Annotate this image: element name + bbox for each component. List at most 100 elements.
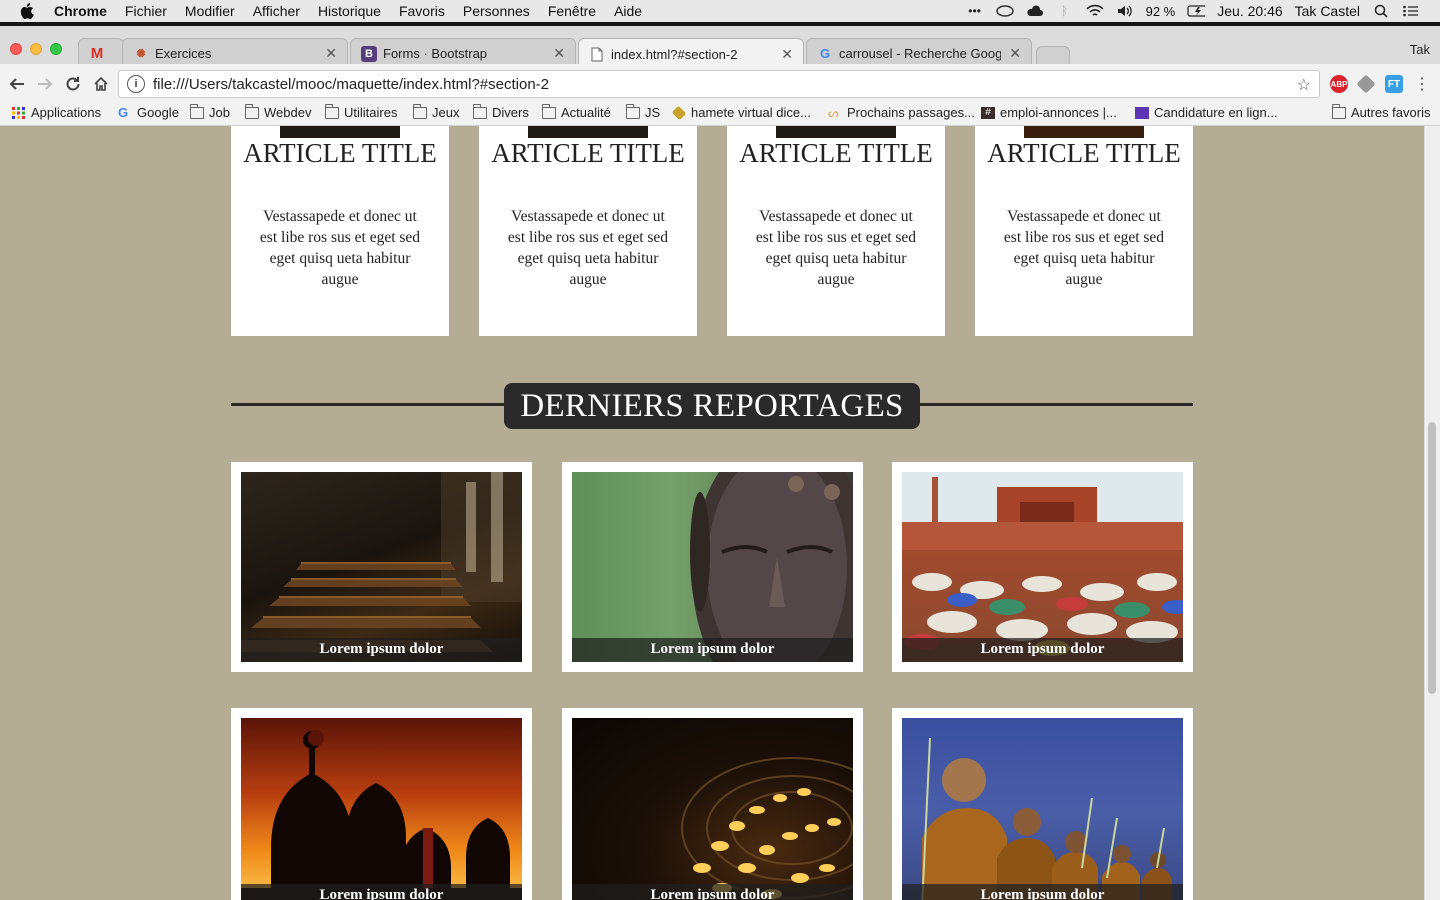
chrome-menu-icon[interactable]: ⋮ [1411,73,1433,95]
close-tab-icon[interactable]: ✕ [1009,45,1021,62]
bookmark-label: Candidature en lign... [1154,105,1278,120]
apple-icon[interactable] [16,0,38,22]
scrollbar-thumb[interactable] [1428,422,1436,694]
creative-cloud-icon[interactable] [995,3,1014,19]
transit-icon: ᔕ [828,105,839,120]
google-icon: G [118,104,129,120]
menu-personnes[interactable]: Personnes [463,3,530,19]
bookmark-actualite[interactable]: Actualité [542,103,611,120]
report-image-monks: Lorem ipsum dolor [902,718,1183,900]
menu-app-name[interactable]: Chrome [54,3,107,19]
page-viewport: ARTICLE TITLE Vestassapede et donec ut e… [0,126,1440,900]
profile-name[interactable]: Tak [1410,42,1430,57]
volume-icon[interactable] [1116,3,1134,19]
report-image-buddha: Lorem ipsum dolor [572,472,853,662]
user-name[interactable]: Tak Castel [1295,3,1360,19]
report-image-mosque-prayer: Lorem ipsum dolor [902,472,1183,662]
cloud-icon[interactable] [1026,3,1044,19]
bookmark-candidature[interactable]: Candidature en lign... [1135,105,1278,120]
close-window-button[interactable] [10,43,22,55]
close-tab-icon[interactable]: ✕ [781,46,793,63]
bookmark-prochains[interactable]: ᔕ Prochains passages... [828,105,975,120]
bookmark-google[interactable]: G Google [118,105,179,120]
menu-historique[interactable]: Historique [318,3,381,19]
report-card[interactable]: Lorem ipsum dolor [892,462,1193,672]
close-tab-icon[interactable]: ✕ [325,45,337,62]
report-caption: Lorem ipsum dolor [572,638,853,662]
address-text[interactable]: file:///Users/takcastel/mooc/maquette/in… [153,76,549,93]
bookmark-label: Autres favoris [1351,105,1431,120]
menu-favoris[interactable]: Favoris [399,3,445,19]
bookmark-autres-favoris[interactable]: Autres favoris [1332,103,1431,120]
extension-ft-icon[interactable]: FT [1385,75,1403,93]
back-icon[interactable] [6,73,28,95]
report-caption: Lorem ipsum dolor [241,638,522,662]
more-dots-icon[interactable]: ••• [966,3,984,19]
forward-icon[interactable] [34,73,56,95]
menu-fichier[interactable]: Fichier [125,3,167,19]
clock[interactable]: Jeu. 20:46 [1217,3,1282,19]
adblock-icon[interactable]: ABP [1330,75,1348,93]
home-icon[interactable] [90,73,112,95]
report-card[interactable]: Lorem ipsum dolor [562,462,863,672]
spotlight-search-icon[interactable] [1372,3,1390,19]
mosque-silhouette-illustration [241,730,522,900]
article-text: Vestassapede et donec ut est libe ros su… [507,208,669,288]
folder-icon [473,103,487,119]
wifi-icon[interactable] [1086,3,1104,19]
bookmark-js[interactable]: JS [626,103,660,120]
address-bar[interactable]: i file:///Users/takcastel/mooc/maquette/… [118,70,1320,98]
report-card[interactable]: Lorem ipsum dolor [562,708,863,900]
info-icon[interactable]: i [127,75,145,93]
menu-fenetre[interactable]: Fenêtre [548,3,596,19]
folder-icon [190,103,204,119]
macos-menubar: Chrome Fichier Modifier Afficher Histori… [0,0,1440,22]
bookmark-jeux[interactable]: Jeux [413,103,459,120]
bookmark-emploi[interactable]: # emploi-annonces |... [981,105,1117,120]
bookmark-label: Actualité [561,105,611,120]
bookmark-divers[interactable]: Divers [473,103,529,120]
bookmark-dice[interactable]: hamete virtual dice... [671,105,811,120]
menu-aide[interactable]: Aide [614,3,642,19]
report-caption: Lorem ipsum dolor [902,884,1183,900]
menu-afficher[interactable]: Afficher [253,3,300,19]
bluetooth-icon[interactable]: ᛒ [1056,3,1074,19]
page-scrollbar[interactable] [1424,126,1440,900]
bookmark-utilitaires[interactable]: Utilitaires [325,103,397,120]
report-card[interactable]: Lorem ipsum dolor [231,708,532,900]
bookmark-applications[interactable]: Applications [12,105,101,120]
candles-illustration [681,757,853,899]
menu-modifier[interactable]: Modifier [185,3,235,19]
form-icon [1135,106,1149,119]
file-icon [589,46,605,62]
report-caption: Lorem ipsum dolor [572,884,853,900]
report-card[interactable]: Lorem ipsum dolor [892,708,1193,900]
article-card[interactable]: ARTICLE TITLE Vestassapede et donec ut e… [727,126,945,336]
folder-icon [626,103,640,119]
bookmark-label: Applications [31,105,102,120]
article-card[interactable]: ARTICLE TITLE Vestassapede et donec ut e… [479,126,697,336]
notification-center-icon[interactable] [1402,3,1420,19]
window-controls [10,43,62,55]
close-tab-icon[interactable]: ✕ [553,45,565,62]
bookmark-webdev[interactable]: Webdev [245,103,311,120]
article-card[interactable]: ARTICLE TITLE Vestassapede et donec ut e… [975,126,1193,336]
extension-gray-icon[interactable] [1356,74,1376,94]
bookmark-job[interactable]: Job [190,103,230,120]
bookmarks-bar: Applications G Google Job Webdev Utilitai… [0,102,1440,126]
bookmark-label: emploi-annonces |... [1000,105,1117,120]
zoom-window-button[interactable] [50,43,62,55]
folder-icon [245,103,259,119]
report-card[interactable]: Lorem ipsum dolor [231,462,532,672]
bookmark-star-icon[interactable]: ☆ [1297,75,1311,95]
reload-icon[interactable] [62,73,84,95]
article-title: ARTICLE TITLE [739,138,933,168]
minimize-window-button[interactable] [30,43,42,55]
article-title: ARTICLE TITLE [243,138,437,168]
church-pews-illustration [241,472,522,652]
article-card[interactable]: ARTICLE TITLE Vestassapede et donec ut e… [231,126,449,336]
battery-icon[interactable] [1187,3,1206,19]
article-thumbnail [280,126,400,138]
report-image-candles: Lorem ipsum dolor [572,718,853,900]
tab-title: Forms · Bootstrap [383,46,488,61]
